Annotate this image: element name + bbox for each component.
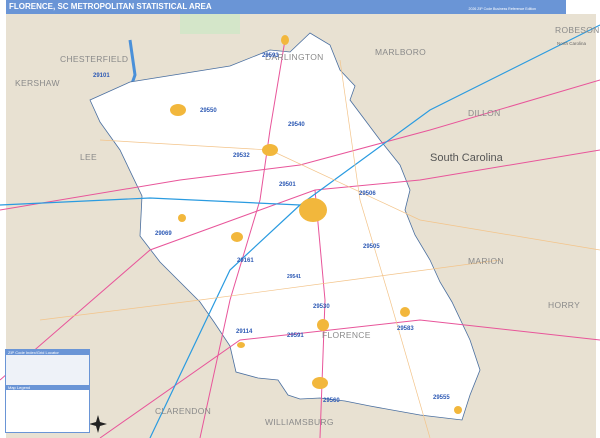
publisher-logo [566, 0, 600, 14]
zip-label: 29555 [433, 395, 450, 401]
legend-panel: ZIP Code Index/Grid Locator Map Legend [5, 349, 90, 433]
county-label-clarendon: CLARENDON [155, 406, 211, 416]
zip-index-table [6, 355, 89, 385]
county-label-florence: FLORENCE [322, 330, 371, 340]
edition-label: 2026 ZIP Code Business Reference Edition [468, 7, 536, 11]
park-area [180, 14, 240, 34]
zip-label: 29593 [262, 53, 279, 59]
zip-label: 29583 [397, 326, 414, 332]
map-wrapper: CHESTERFIELD DARLINGTON MARLBORO ROBESON… [0, 0, 600, 438]
zip-label: 29540 [288, 122, 305, 128]
county-label-robeson: ROBESON [555, 25, 600, 35]
county-label-marion: MARION [468, 256, 504, 266]
zip-label: 29591 [287, 333, 304, 339]
county-label-chesterfield: CHESTERFIELD [60, 54, 128, 64]
zip-label: 29505 [363, 244, 380, 250]
zip-label: 29506 [359, 191, 376, 197]
zip-label: 29541 [287, 274, 301, 280]
county-label-marlboro: MARLBORO [375, 47, 426, 57]
legend-section-title: Map Legend [6, 385, 89, 390]
zip-label: 29532 [233, 153, 250, 159]
county-label-horry: HORRY [548, 300, 580, 310]
zip-label: 29501 [279, 182, 296, 188]
title-bar: FLORENCE, SC METROPOLITAN STATISTICAL AR… [6, 0, 566, 14]
state-label-sc: South Carolina [430, 152, 504, 164]
zip-label: 29550 [200, 108, 217, 114]
map[interactable]: CHESTERFIELD DARLINGTON MARLBORO ROBESON… [0, 0, 600, 438]
zip-label: 29161 [237, 258, 254, 264]
county-label-dillon: DILLON [468, 108, 501, 118]
zip-label: 29069 [155, 231, 172, 237]
state-label-nc: North Carolina [557, 41, 587, 46]
county-label-williamsburg: WILLIAMSBURG [265, 417, 334, 427]
county-label-kershaw: KERSHAW [15, 78, 60, 88]
zip-label: 29114 [236, 329, 253, 335]
zip-label: 29560 [323, 398, 340, 404]
map-title: FLORENCE, SC METROPOLITAN STATISTICAL AR… [9, 2, 212, 11]
zip-label: 29101 [93, 73, 110, 79]
zip-label: 29530 [313, 304, 330, 310]
county-label-lee: LEE [80, 152, 97, 162]
